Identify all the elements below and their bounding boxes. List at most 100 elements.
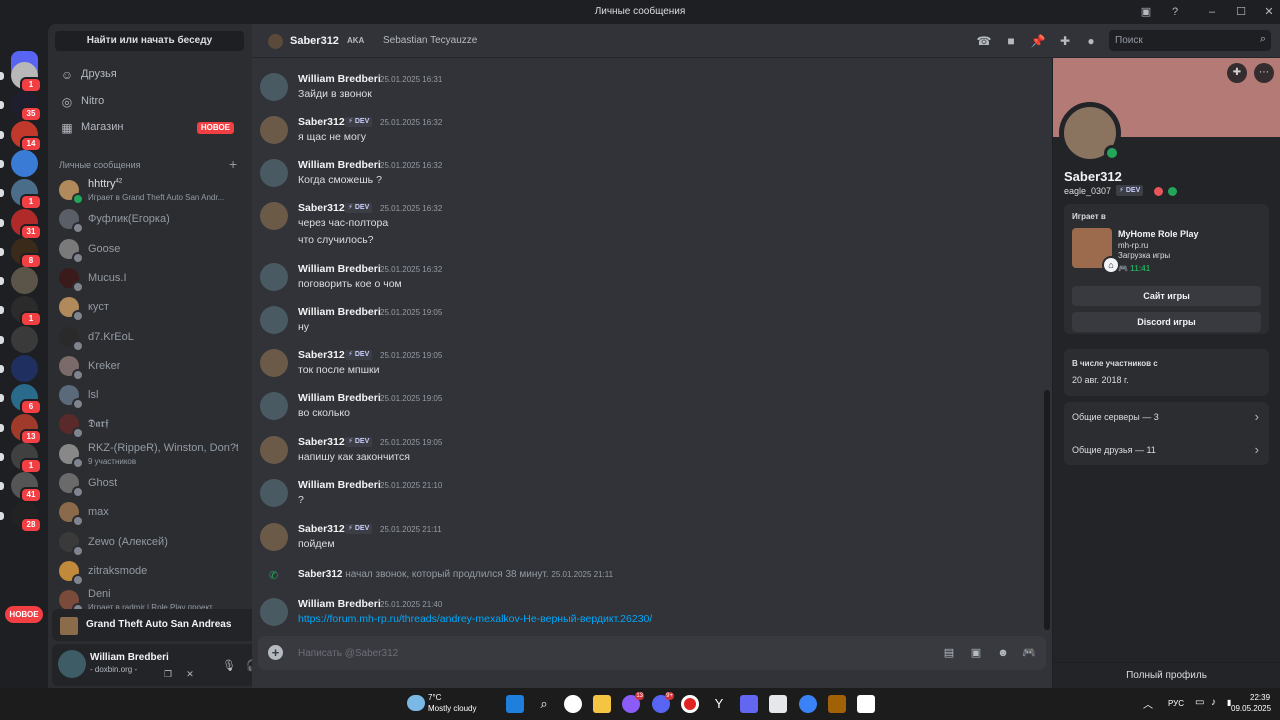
mutual-friends-row[interactable]: Общие друзья — 11 › bbox=[1072, 435, 1261, 465]
call-author[interactable]: Saber312 bbox=[298, 569, 342, 580]
yandex-browser-icon[interactable] bbox=[564, 695, 582, 713]
message-author[interactable]: William Bredberi bbox=[298, 306, 381, 318]
app-icon[interactable]: 13 bbox=[622, 692, 644, 713]
avatar[interactable] bbox=[268, 34, 283, 49]
dm-item[interactable]: Goose bbox=[54, 235, 244, 264]
server-icon[interactable]: 35 bbox=[11, 91, 42, 123]
avatar[interactable] bbox=[260, 202, 288, 230]
server-icon[interactable] bbox=[11, 355, 38, 382]
server-icon[interactable]: 1 bbox=[11, 296, 42, 328]
search-input[interactable]: Поиск ⌕ bbox=[1109, 30, 1271, 51]
game-discord-button[interactable]: Discord игры bbox=[1072, 312, 1261, 332]
user-name[interactable]: William Bredberi bbox=[90, 652, 169, 663]
scrollbar[interactable] bbox=[1044, 390, 1050, 630]
gif-icon[interactable]: ▤ bbox=[942, 646, 956, 660]
game-site-button[interactable]: Сайт игры bbox=[1072, 286, 1261, 306]
pin-icon[interactable]: 📌 bbox=[1030, 33, 1046, 49]
user-profile-icon[interactable]: ● bbox=[1083, 33, 1099, 49]
volume-icon[interactable]: ♪ bbox=[1211, 697, 1216, 708]
avatar[interactable] bbox=[260, 436, 288, 464]
nav-shop[interactable]: ▦ Магазин НОВОЕ bbox=[56, 117, 244, 139]
inbox-icon[interactable]: ▣ bbox=[1138, 4, 1154, 20]
message-author[interactable]: William Bredberi bbox=[298, 263, 381, 275]
server-icon[interactable]: 1 bbox=[11, 179, 42, 211]
avatar[interactable] bbox=[260, 598, 288, 626]
chat-title[interactable]: Saber312 bbox=[290, 35, 339, 47]
activities-icon[interactable]: 🎮 bbox=[1022, 646, 1036, 660]
minimize-icon[interactable]: – bbox=[1204, 4, 1220, 20]
message-author[interactable]: William Bredberi bbox=[298, 392, 381, 404]
copy-icon[interactable]: ❐ bbox=[160, 666, 176, 682]
quest-badge-icon[interactable] bbox=[1168, 187, 1177, 196]
server-icon[interactable]: 1 bbox=[11, 62, 42, 93]
video-call-icon[interactable]: ■ bbox=[1003, 33, 1019, 49]
message-author[interactable]: Saber312 bbox=[298, 116, 345, 128]
full-profile-button[interactable]: Полный профиль bbox=[1053, 662, 1280, 688]
add-friends-icon[interactable]: ✚ bbox=[1057, 33, 1073, 49]
server-icon[interactable]: 6 bbox=[11, 384, 42, 416]
clock-date[interactable]: 09.05.2025 bbox=[1231, 704, 1271, 713]
calculator-icon[interactable] bbox=[769, 695, 787, 713]
avatar[interactable] bbox=[260, 392, 288, 420]
weather-temperature[interactable]: 7°C bbox=[428, 693, 441, 702]
server-icon[interactable]: 8 bbox=[11, 237, 42, 269]
message-author[interactable]: Saber312 bbox=[298, 202, 345, 214]
settings-icon[interactable] bbox=[799, 695, 817, 713]
server-icon[interactable] bbox=[11, 325, 38, 353]
dm-item[interactable]: d7.KrEoL bbox=[54, 323, 244, 352]
server-icon[interactable]: 31 bbox=[11, 208, 42, 240]
dm-item[interactable]: max bbox=[54, 498, 244, 528]
dm-item[interactable]: lsl bbox=[54, 381, 244, 411]
message-author[interactable]: William Bredberi bbox=[298, 479, 381, 491]
nav-friends[interactable]: ☺ Друзья bbox=[56, 64, 244, 86]
avatar[interactable] bbox=[260, 263, 288, 291]
home-app-icon[interactable] bbox=[740, 695, 758, 713]
clock-time[interactable]: 22:39 bbox=[1250, 693, 1270, 702]
dm-item[interactable]: Zewo (Алексей) bbox=[54, 528, 244, 557]
new-badge[interactable]: НОВОЕ bbox=[5, 606, 43, 623]
avatar[interactable] bbox=[260, 349, 288, 377]
avatar[interactable] bbox=[260, 73, 288, 101]
dm-item[interactable]: Kreker bbox=[54, 352, 244, 381]
dm-item[interactable]: куст bbox=[54, 293, 244, 323]
dm-item[interactable]: RKZ-(RippeR), Winston, Don?t... 9 участни… bbox=[54, 440, 244, 469]
avatar[interactable] bbox=[58, 650, 86, 678]
weather-icon[interactable] bbox=[407, 695, 425, 711]
discord-icon[interactable]: 9+ bbox=[652, 692, 674, 713]
server-icon[interactable]: 14 bbox=[11, 120, 42, 152]
dm-item[interactable]: hhttry42 Играет в Grand Theft Auto San An… bbox=[54, 176, 244, 205]
add-attachment-icon[interactable]: + bbox=[268, 645, 283, 660]
record-icon[interactable] bbox=[681, 695, 699, 713]
help-icon[interactable]: ? bbox=[1167, 4, 1183, 20]
avatar[interactable] bbox=[260, 523, 288, 551]
network-icon[interactable]: ▭ bbox=[1195, 697, 1204, 708]
add-friend-icon[interactable]: ✚ bbox=[1227, 63, 1247, 83]
server-icon[interactable] bbox=[11, 267, 38, 295]
avatar[interactable] bbox=[260, 159, 288, 187]
maximize-icon[interactable]: ☐ bbox=[1233, 4, 1249, 20]
dm-item[interactable]: Mucus.I bbox=[54, 264, 244, 293]
nitro-badge-icon[interactable] bbox=[1154, 187, 1163, 196]
dm-item[interactable]: 𝕯𝖆𝖗𝖋 bbox=[54, 410, 244, 440]
weather-state[interactable]: Mostly cloudy bbox=[428, 704, 476, 713]
nav-nitro[interactable]: ◎ Nitro bbox=[56, 91, 244, 113]
app-y-icon[interactable]: Y bbox=[710, 695, 728, 713]
server-icon[interactable]: 1 bbox=[11, 442, 42, 474]
game-taskbar-icon[interactable] bbox=[828, 695, 846, 713]
message-author[interactable]: Saber312 bbox=[298, 523, 345, 535]
dm-item[interactable]: Фуфлик(Егорка) bbox=[54, 205, 244, 235]
message-composer[interactable]: + Написать @Saber312 ▤ ▣ ☻ 🎮 bbox=[258, 636, 1046, 670]
file-explorer-icon[interactable] bbox=[593, 695, 611, 713]
more-options-icon[interactable]: ⋯ bbox=[1254, 63, 1274, 83]
server-icon[interactable]: 13 bbox=[11, 413, 42, 445]
avatar[interactable] bbox=[260, 116, 288, 144]
dm-item[interactable]: Ghost bbox=[54, 469, 244, 498]
create-dm-icon[interactable]: + bbox=[229, 156, 237, 172]
avatar[interactable] bbox=[260, 306, 288, 334]
app-z-icon[interactable] bbox=[857, 695, 875, 713]
language-indicator[interactable]: РУС bbox=[1168, 699, 1184, 708]
message-author[interactable]: William Bredberi bbox=[298, 598, 381, 610]
message-author[interactable]: William Bredberi bbox=[298, 159, 381, 171]
emoji-icon[interactable]: ☻ bbox=[996, 646, 1010, 660]
microphone-icon[interactable]: 🎙 bbox=[221, 658, 237, 674]
